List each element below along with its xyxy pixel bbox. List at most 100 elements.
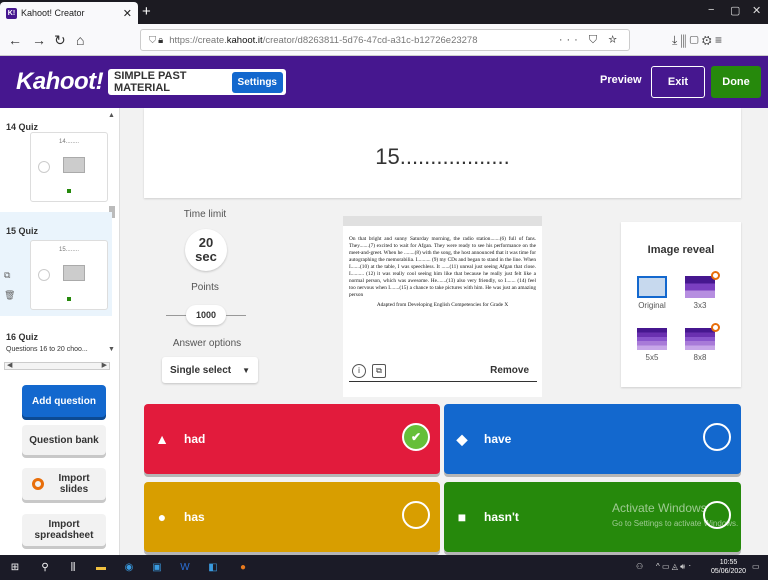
circle-icon: ●	[157, 509, 167, 525]
import-slides-icon	[32, 478, 44, 490]
time-value: 20	[198, 235, 214, 250]
windows-start-icon[interactable]: ⊞	[8, 560, 22, 574]
thumbnail-timer-icon	[38, 161, 50, 173]
sidebar-item-16[interactable]: 16 Quiz Questions 16 to 20 choo...	[0, 322, 112, 362]
correct-toggle-checked[interactable]: ✔	[402, 423, 430, 451]
home-icon[interactable]: ⌂	[76, 32, 84, 48]
thumbnail-image	[63, 157, 85, 173]
task-view-icon[interactable]: ⫼	[66, 560, 80, 574]
kahoot-logo[interactable]: Kahoot!	[16, 68, 104, 96]
firefox-icon[interactable]: ●	[236, 560, 250, 574]
points-line-right	[226, 315, 246, 316]
kahoot-title-field[interactable]: SIMPLE PAST MATERIAL Settings	[108, 69, 286, 95]
exit-button[interactable]: Exit	[651, 66, 705, 98]
question-image[interactable]: On that bright and sunny Saturday mornin…	[343, 216, 542, 397]
question-thumbnail[interactable]: 15........	[30, 240, 108, 310]
correct-toggle[interactable]	[402, 501, 430, 529]
taskbar-clock[interactable]: 10:55 05/06/2020	[711, 558, 746, 576]
answer-options-select[interactable]: Single select ▼	[162, 357, 258, 383]
word-icon[interactable]: W	[178, 560, 192, 574]
new-tab-icon[interactable]: +	[142, 3, 151, 20]
delete-icon[interactable]: 🗑︎	[4, 290, 15, 301]
browser-toolbar-icons[interactable]: ⤓ ⫼ ▢ ⚙ ≡	[672, 33, 722, 48]
answer-text[interactable]: hasn't	[484, 510, 519, 524]
triangle-icon: ▲	[155, 431, 169, 447]
duplicate-icon[interactable]: ⧉	[4, 270, 10, 281]
orange-badge-icon	[711, 271, 720, 280]
store-icon[interactable]: ▣	[150, 560, 164, 574]
people-icon[interactable]: ⚇	[636, 562, 643, 571]
grid-3x3-icon	[685, 276, 715, 298]
thumbnail-correct-dot	[67, 297, 71, 301]
import-spreadsheet-button[interactable]: Import spreadsheet	[22, 514, 106, 546]
answer-text[interactable]: has	[184, 510, 205, 524]
search-icon[interactable]: ⚲	[38, 560, 52, 574]
time-limit-label: Time limit	[183, 209, 227, 220]
notifications-icon[interactable]: ▭	[752, 562, 760, 571]
chevron-down-icon: ▼	[242, 365, 250, 375]
scroll-right-icon[interactable]: ▶	[102, 362, 107, 369]
answer-3[interactable]: ● has	[144, 482, 440, 552]
shield-icon[interactable]: ⛉	[149, 35, 156, 46]
browser-tab[interactable]: K! Kahoot! Creator ✕	[0, 2, 138, 24]
kahoot-title: SIMPLE PAST MATERIAL	[114, 70, 187, 94]
url-prefix: https://create.	[169, 34, 227, 46]
back-icon[interactable]: ←	[8, 32, 22, 48]
reveal-option-3x3[interactable]: 3x3	[685, 271, 720, 310]
reload-icon[interactable]: ↻	[54, 32, 66, 49]
sidebar-item-15[interactable]: 15 Quiz ⧉ 🗑︎ 15........	[0, 212, 112, 316]
answer-text[interactable]: had	[184, 432, 205, 446]
question-text[interactable]: 15..................	[144, 144, 741, 170]
tab-title: Kahoot! Creator	[21, 8, 85, 18]
reveal-option-label: 8x8	[693, 353, 707, 362]
activate-windows-watermark: Activate Windows Go to Settings to activ…	[612, 500, 768, 532]
passage-text: On that bright and sunny Saturday mornin…	[349, 236, 536, 298]
clock-date: 05/06/2020	[711, 568, 747, 575]
correct-toggle[interactable]	[703, 423, 731, 451]
add-question-button[interactable]: Add question	[22, 385, 106, 417]
edge-icon[interactable]: ◉	[122, 560, 136, 574]
maximize-icon[interactable]: ▢	[730, 4, 740, 17]
thumbnail-correct-dot	[67, 189, 71, 193]
url-bar[interactable]: ⛉ 🔒︎ https://create. kahoot.it/creator/d8…	[140, 29, 630, 51]
close-tab-icon[interactable]: ✕	[123, 7, 132, 20]
photos-icon[interactable]: ◧	[206, 560, 220, 574]
edit-image-icon[interactable]: ⧉	[372, 363, 386, 378]
question-field[interactable]: 15..................	[144, 108, 741, 198]
question-bank-button[interactable]: Question bank	[22, 425, 106, 455]
reveal-option-label: 5x5	[645, 353, 659, 362]
answer-2[interactable]: ◆ have	[444, 404, 741, 474]
minimize-icon[interactable]: −	[708, 4, 714, 16]
answer-text[interactable]: have	[484, 432, 511, 446]
square-icon: ■	[457, 509, 467, 525]
time-limit-selector[interactable]: 20 sec	[185, 229, 227, 271]
scroll-left-icon[interactable]: ◀	[7, 362, 12, 369]
question-sidebar: ▲ ▼ 14 Quiz 14........ 15 Quiz ⧉ 🗑︎ 15..…	[0, 108, 120, 555]
remove-image-button[interactable]: Remove	[490, 365, 529, 376]
import-slides-button[interactable]: Import slides	[22, 468, 106, 500]
original-thumbnail	[637, 276, 667, 298]
tray-icons[interactable]: ^ ▭ ◬ 🔊︎ ᛫	[656, 562, 692, 572]
reveal-option-original[interactable]: Original	[637, 276, 667, 310]
url-path: /creator/d8263811-5d76-47cd-a31c-b12726e…	[262, 34, 478, 46]
reveal-option-label: 3x3	[693, 301, 707, 310]
reveal-option-8x8[interactable]: 8x8	[685, 323, 720, 362]
forward-icon[interactable]: →	[32, 32, 46, 48]
points-selector[interactable]: 1000	[166, 305, 246, 325]
preview-button[interactable]: Preview	[600, 74, 642, 86]
points-value[interactable]: 1000	[186, 305, 226, 325]
sidebar-horizontal-scrollbar[interactable]: ◀ ▶	[4, 362, 110, 370]
done-button[interactable]: Done	[711, 66, 761, 98]
grid-5x5-icon	[637, 328, 667, 350]
file-explorer-icon[interactable]: ▬	[94, 560, 108, 574]
question-thumbnail[interactable]: 14........	[30, 132, 108, 202]
close-window-icon[interactable]: ✕	[752, 4, 761, 17]
page-actions-icons[interactable]: ··· ⛉ ☆	[559, 34, 621, 47]
settings-button[interactable]: Settings	[231, 71, 283, 93]
info-icon[interactable]: i	[352, 363, 366, 378]
sidebar-item-14[interactable]: 14 Quiz 14........	[0, 108, 112, 208]
sidebar-item-label: 16 Quiz	[6, 332, 39, 342]
answer-1[interactable]: ▲ had ✔	[144, 404, 440, 474]
reveal-option-5x5[interactable]: 5x5	[637, 328, 667, 362]
points-line-left	[166, 315, 186, 316]
